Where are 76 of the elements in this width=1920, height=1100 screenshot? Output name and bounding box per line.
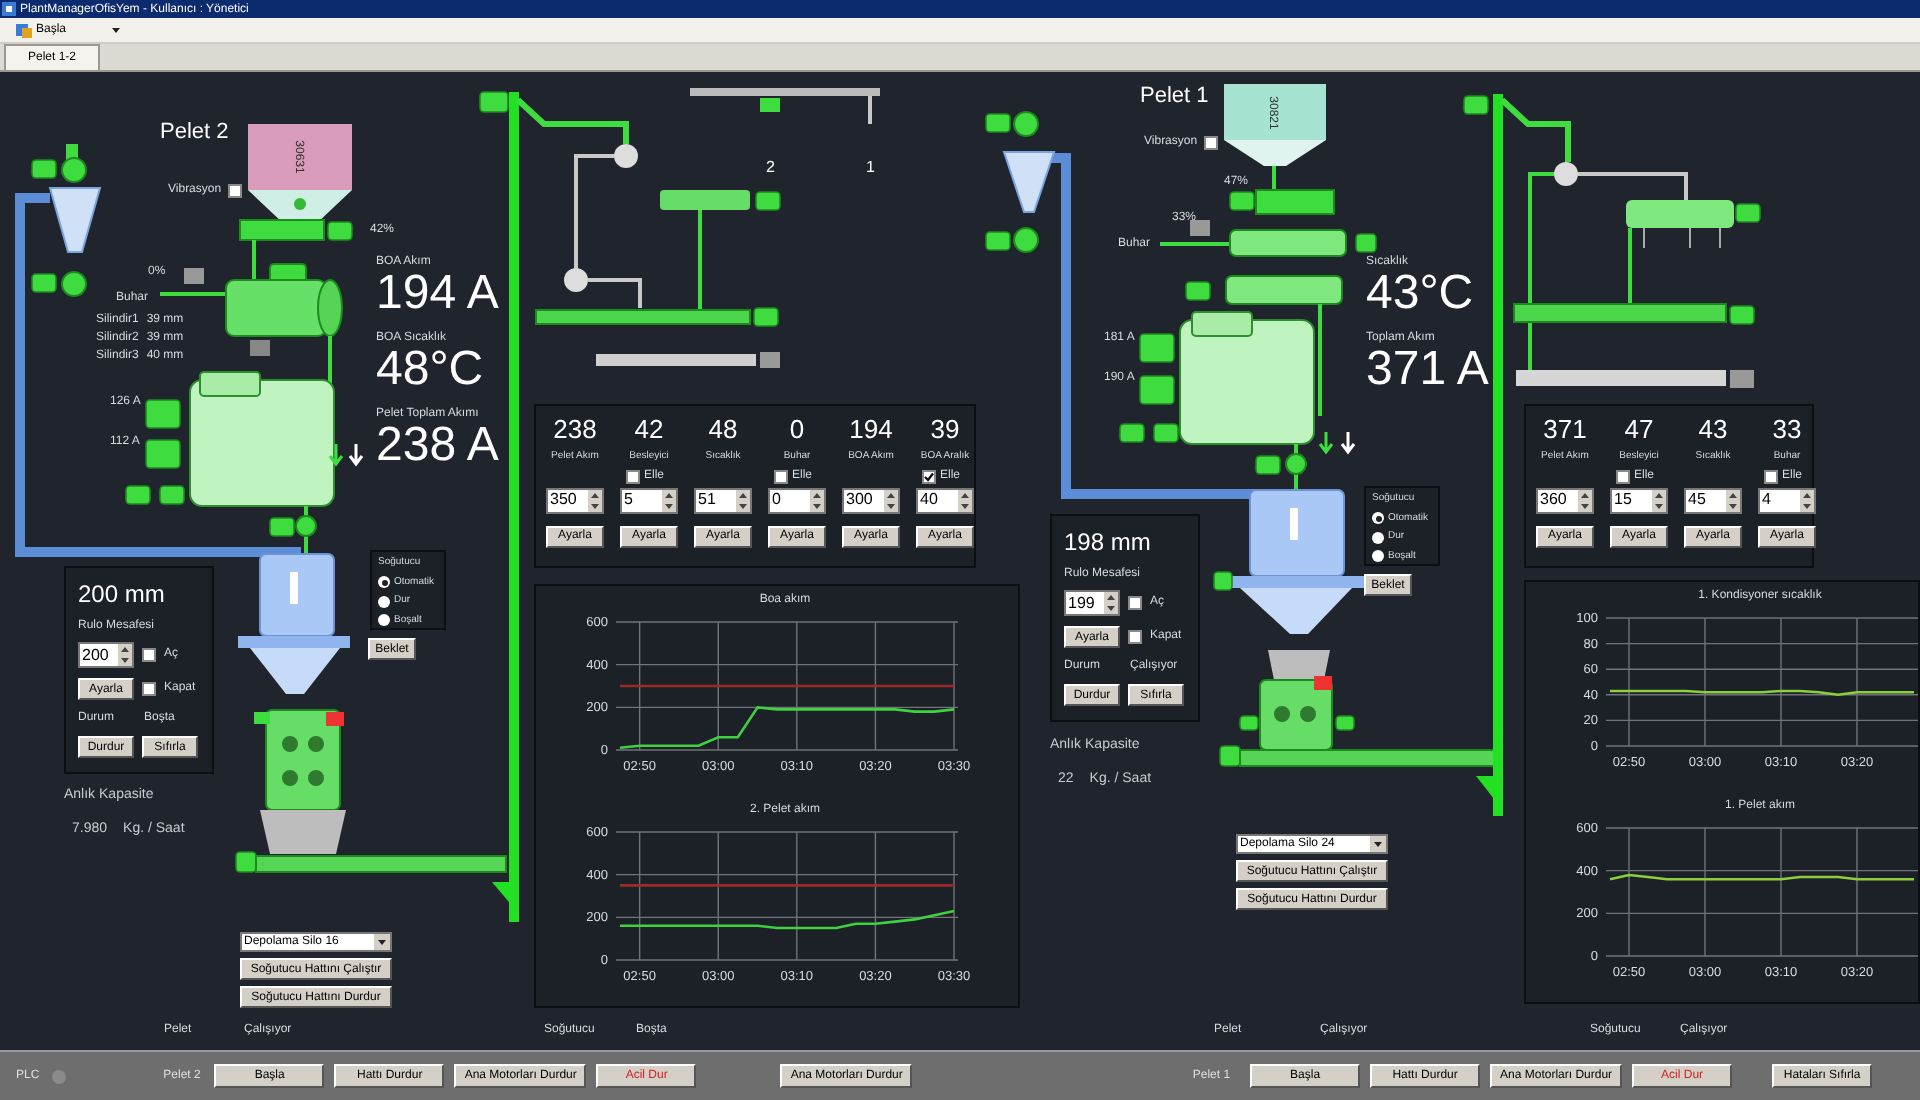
radio-button[interactable] xyxy=(1372,512,1384,525)
caret-icon xyxy=(1370,836,1386,852)
reading-value: 371 A xyxy=(1366,348,1489,392)
radio-button[interactable] xyxy=(378,576,390,589)
checkbox[interactable] xyxy=(1616,469,1630,483)
gate-number: 2 xyxy=(766,156,775,180)
discharge-arrows-icon xyxy=(1318,430,1356,455)
checkbox[interactable] xyxy=(774,469,788,483)
roll-gap-value: 198 mm xyxy=(1064,528,1153,556)
spinner-arrows-icon xyxy=(1578,489,1592,511)
caret-icon xyxy=(374,934,390,950)
hopper-drawing xyxy=(248,124,352,224)
start-icon xyxy=(16,22,32,38)
line-title: Pelet 1 xyxy=(1140,82,1209,112)
setpoint-reading: 43 xyxy=(1698,414,1728,444)
number-field[interactable]: 51 xyxy=(694,487,752,513)
checkbox[interactable] xyxy=(922,469,936,483)
check-icon xyxy=(924,471,934,481)
checkbox[interactable] xyxy=(142,682,156,696)
checkbox[interactable] xyxy=(626,469,640,483)
setpoint-reading: 0 xyxy=(789,414,805,444)
number-field[interactable]: 300 xyxy=(842,487,900,513)
cyclone-drawing xyxy=(985,111,1056,253)
discharge-arrows-icon xyxy=(328,442,364,467)
checkbox[interactable] xyxy=(1128,630,1142,644)
number-field[interactable]: 360 xyxy=(1536,487,1594,513)
number-field[interactable]: 40 xyxy=(916,487,974,513)
setpoint-reading: 33 xyxy=(1772,414,1802,444)
spinner-arrows-icon xyxy=(588,489,602,511)
setpoint-reading: 238 xyxy=(553,414,597,444)
roll-gap-value: 200 mm xyxy=(78,580,167,608)
setpoint-reading: 371 xyxy=(1543,414,1587,444)
checkbox[interactable] xyxy=(1203,136,1218,150)
setpoint-reading: 39 xyxy=(930,414,960,444)
number-field[interactable]: 0 xyxy=(768,487,826,513)
spinner-arrows-icon xyxy=(1726,489,1740,511)
number-field[interactable]: 45 xyxy=(1684,487,1742,513)
number-field[interactable]: 4 xyxy=(1758,487,1816,513)
line-title: Pelet 2 xyxy=(160,118,229,148)
pellet-mill-drawing xyxy=(1239,650,1355,751)
number-field[interactable]: 200 xyxy=(78,642,134,668)
setpoint-reading: 42 xyxy=(634,414,664,444)
setpoint-reading: 194 xyxy=(849,414,893,444)
spinner-arrows-icon xyxy=(662,489,676,511)
cooler-drawing xyxy=(238,553,350,694)
reading-value: 48°C xyxy=(376,348,486,392)
hopper-drawing xyxy=(1224,84,1326,166)
caret-icon[interactable] xyxy=(110,24,123,36)
app-icon xyxy=(2,2,16,16)
spinner-arrows-icon xyxy=(736,489,750,511)
spinner-arrows-icon xyxy=(1104,592,1118,614)
spinner-arrows-icon xyxy=(118,644,132,666)
radio-button[interactable] xyxy=(378,614,390,627)
reading-value: 194 A xyxy=(376,272,499,316)
number-field[interactable]: 199 xyxy=(1064,590,1120,616)
checkbox[interactable] xyxy=(1128,596,1142,610)
spinner-arrows-icon xyxy=(1652,489,1666,511)
spinner-arrows-icon xyxy=(958,489,972,511)
reading-value: 43°C xyxy=(1366,272,1476,316)
radio-button[interactable] xyxy=(1372,531,1384,544)
spinner-arrows-icon xyxy=(810,489,824,511)
spinner-arrows-icon xyxy=(884,489,898,511)
checkbox[interactable] xyxy=(227,184,242,198)
setpoint-reading: 47 xyxy=(1624,414,1654,444)
checkbox[interactable] xyxy=(1764,469,1778,483)
gate-number: 1 xyxy=(866,156,875,180)
checkbox[interactable] xyxy=(142,648,156,662)
radio-button[interactable] xyxy=(1372,550,1384,563)
reading-value: 238 A xyxy=(376,424,499,468)
number-field[interactable]: 350 xyxy=(546,487,604,513)
feeder-screw-drawing xyxy=(239,219,353,241)
radio-button[interactable] xyxy=(378,595,390,608)
number-field[interactable]: 5 xyxy=(620,487,678,513)
setpoint-reading: 48 xyxy=(708,414,738,444)
number-field[interactable]: 15 xyxy=(1610,487,1668,513)
spinner-arrows-icon xyxy=(1800,489,1814,511)
